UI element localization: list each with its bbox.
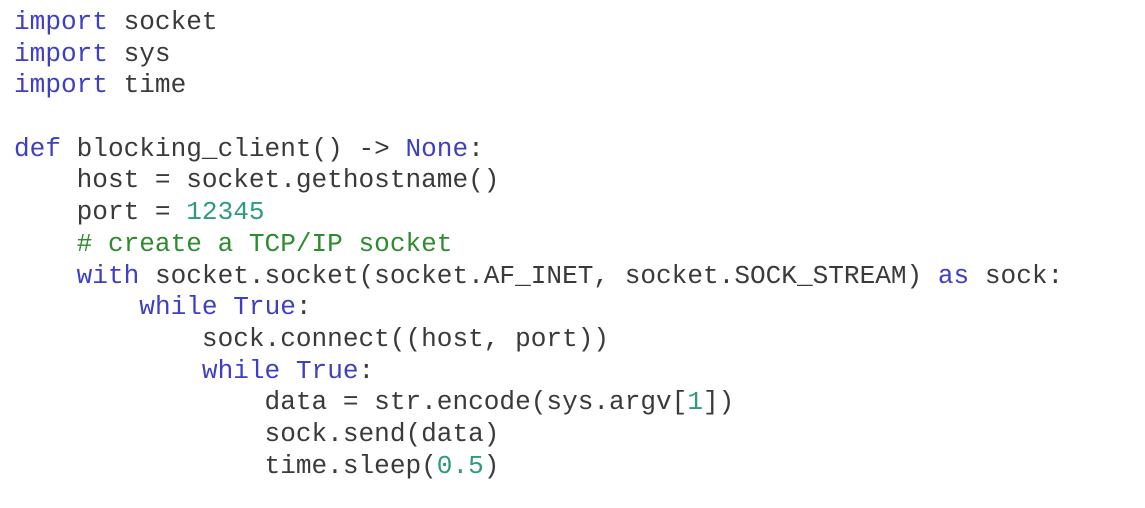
keyword-token: True xyxy=(295,355,359,386)
code-line: while True: xyxy=(14,292,1063,324)
comment-token: # create a TCP/IP socket xyxy=(76,228,453,259)
code-text: : xyxy=(295,292,312,323)
keyword-token: import xyxy=(14,7,108,37)
number-token: 0.5 xyxy=(436,450,484,481)
number-token: 12345 xyxy=(186,197,265,228)
code-line: while True: xyxy=(14,356,1063,388)
code-text: blocking_client() -> xyxy=(60,133,406,164)
code-text: sock.send(data) xyxy=(264,418,500,449)
keyword-token: True xyxy=(233,292,296,323)
code-text: ]) xyxy=(703,387,735,418)
code-text: port = xyxy=(76,197,187,228)
keyword-token: import xyxy=(14,70,108,101)
keyword-token: while xyxy=(139,292,218,323)
code-line: host = socket.gethostname() xyxy=(14,165,1063,197)
code-text: time xyxy=(107,70,187,101)
keyword-token: while xyxy=(201,355,281,386)
keyword-token: import xyxy=(14,38,108,69)
code-line: import time xyxy=(14,70,1063,102)
code-text: sock: xyxy=(969,260,1064,291)
code-text: sys xyxy=(107,38,171,69)
code-line: # create a TCP/IP socket xyxy=(14,229,1063,261)
code-text: : xyxy=(358,355,375,386)
number-token: 1 xyxy=(687,387,704,418)
code-text: : xyxy=(468,133,484,164)
code-line: port = 12345 xyxy=(14,197,1063,229)
keyword-token: as xyxy=(937,260,970,291)
code-line: import socket xyxy=(14,7,1063,39)
keyword-token: with xyxy=(76,260,140,291)
code-text: data = str.encode(sys.argv[ xyxy=(264,387,688,418)
code-line: sock.connect((host, port)) xyxy=(14,324,1063,356)
code-line: import sys xyxy=(14,39,1063,71)
code-line: with socket.socket(socket.AF_INET, socke… xyxy=(14,260,1064,293)
code-text: sock.connect((host, port)) xyxy=(201,323,610,354)
code-line: time.sleep(0.5) xyxy=(14,451,1063,483)
keyword-token: None xyxy=(405,133,469,164)
code-block: import socket import sys import time def b… xyxy=(14,7,1063,482)
code-text: socket xyxy=(107,7,218,37)
code-text: host = socket.gethostname() xyxy=(76,165,500,196)
code-line: def blocking_client() -> None: xyxy=(14,134,1063,166)
code-text: socket.socket(socket.AF_INET, socket.SOC… xyxy=(139,260,938,291)
keyword-token: def xyxy=(14,133,61,164)
code-text: ) xyxy=(483,450,500,481)
code-line: sock.send(data) xyxy=(14,419,1063,451)
code-line: data = str.encode(sys.argv[1]) xyxy=(14,387,1063,419)
code-text: time.sleep( xyxy=(264,450,437,481)
